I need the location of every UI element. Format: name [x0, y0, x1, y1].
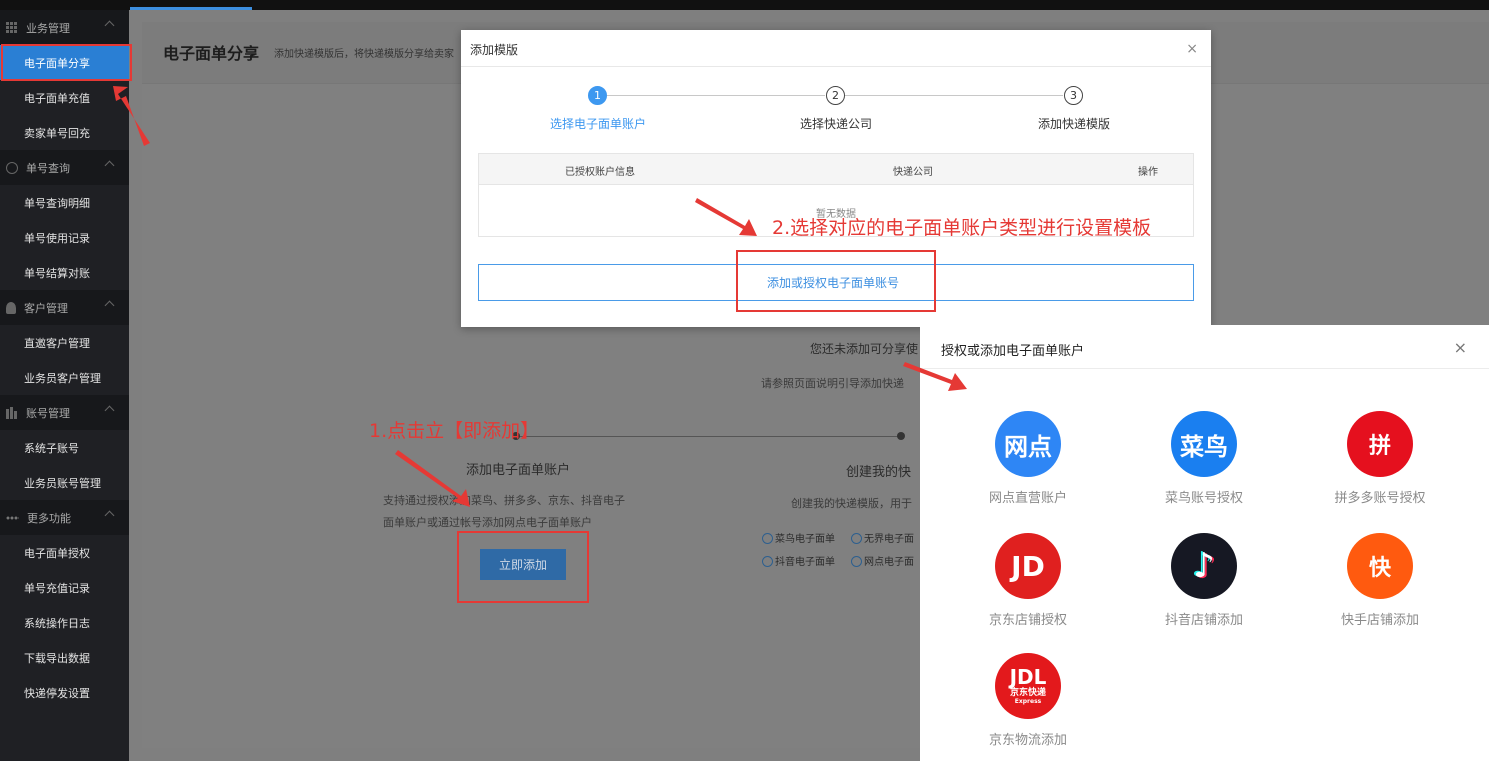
arrow-1	[113, 86, 150, 146]
arrow-2	[395, 450, 470, 507]
arrow-3	[695, 198, 757, 236]
arrow-4	[903, 362, 967, 391]
annotation-arrows	[113, 86, 967, 507]
